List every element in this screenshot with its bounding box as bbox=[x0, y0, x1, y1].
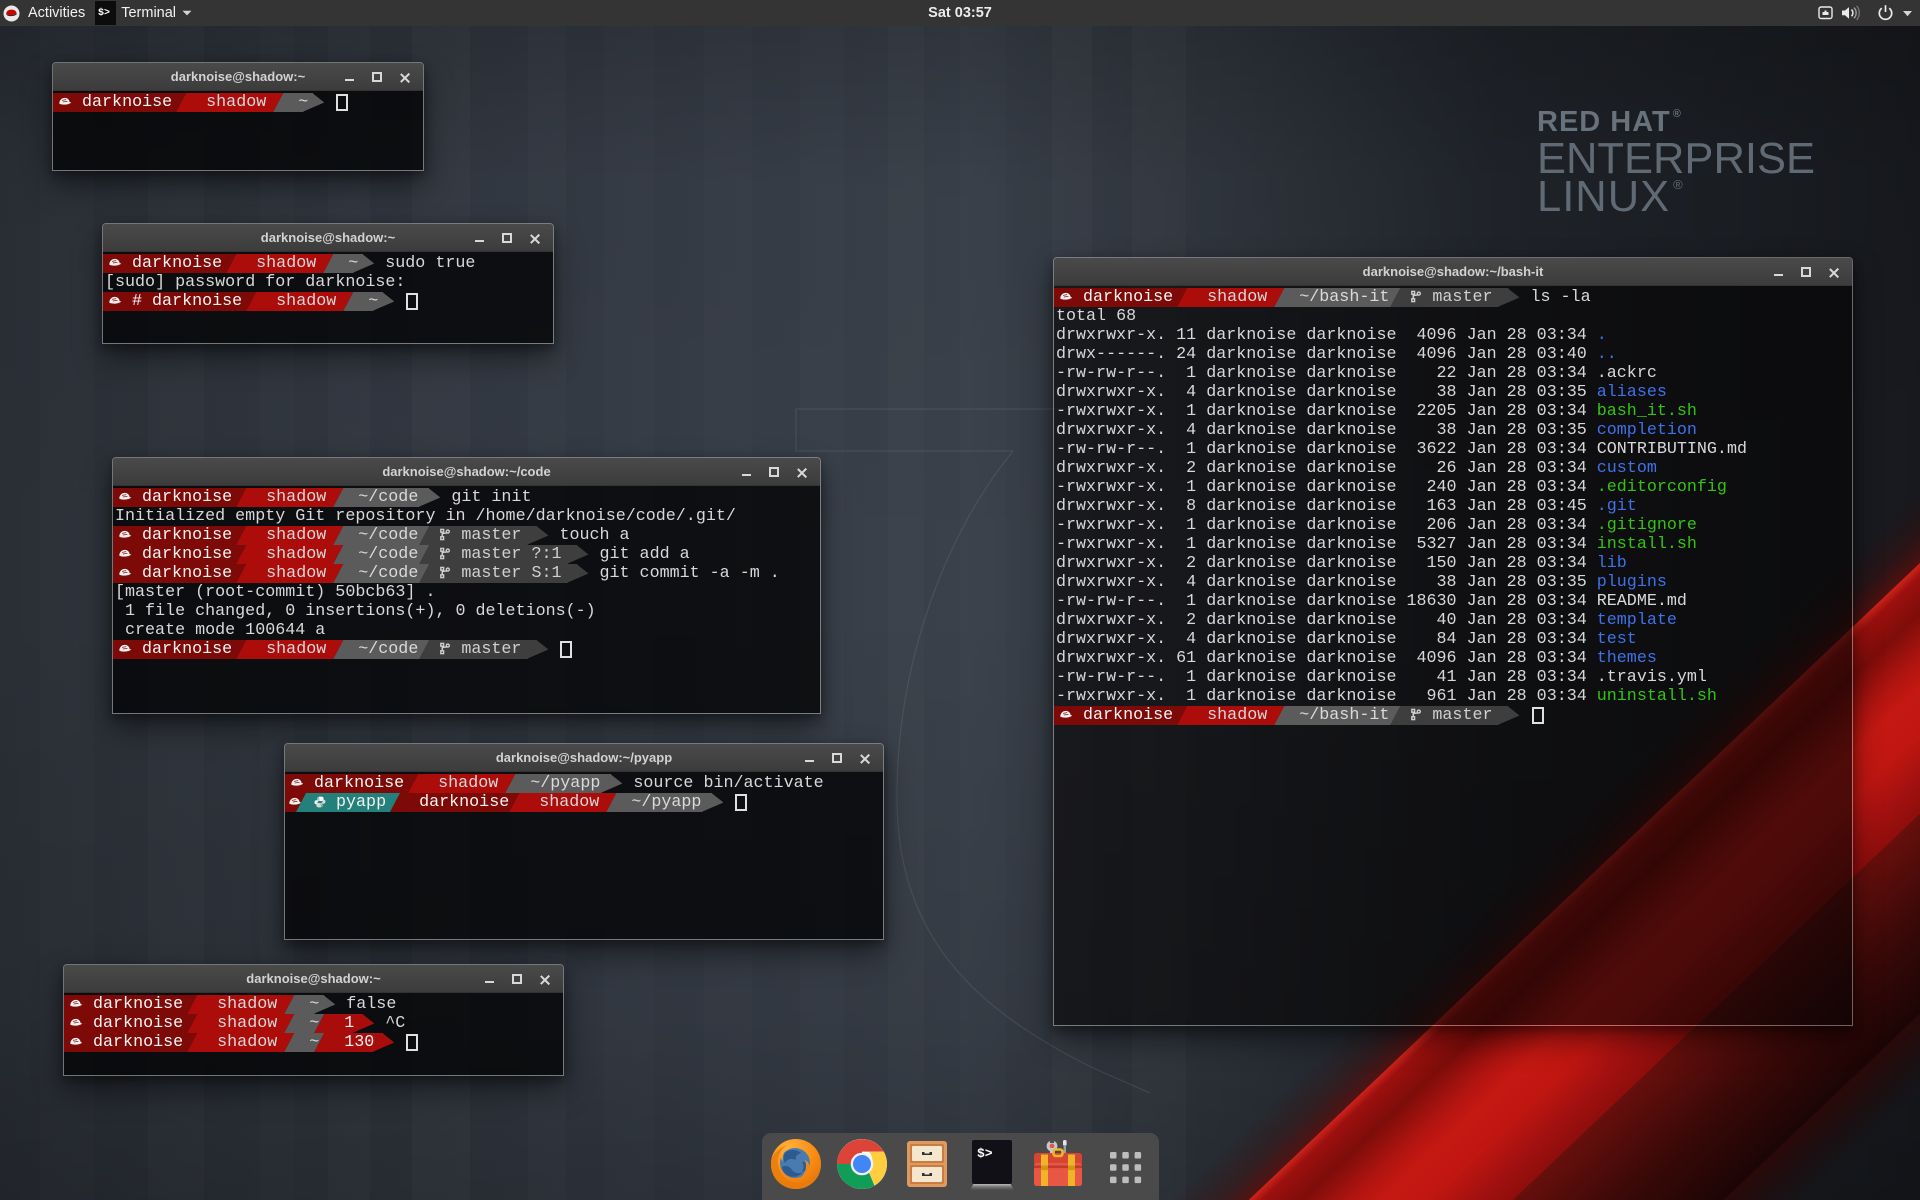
svg-text:$>: $> bbox=[977, 1146, 993, 1161]
